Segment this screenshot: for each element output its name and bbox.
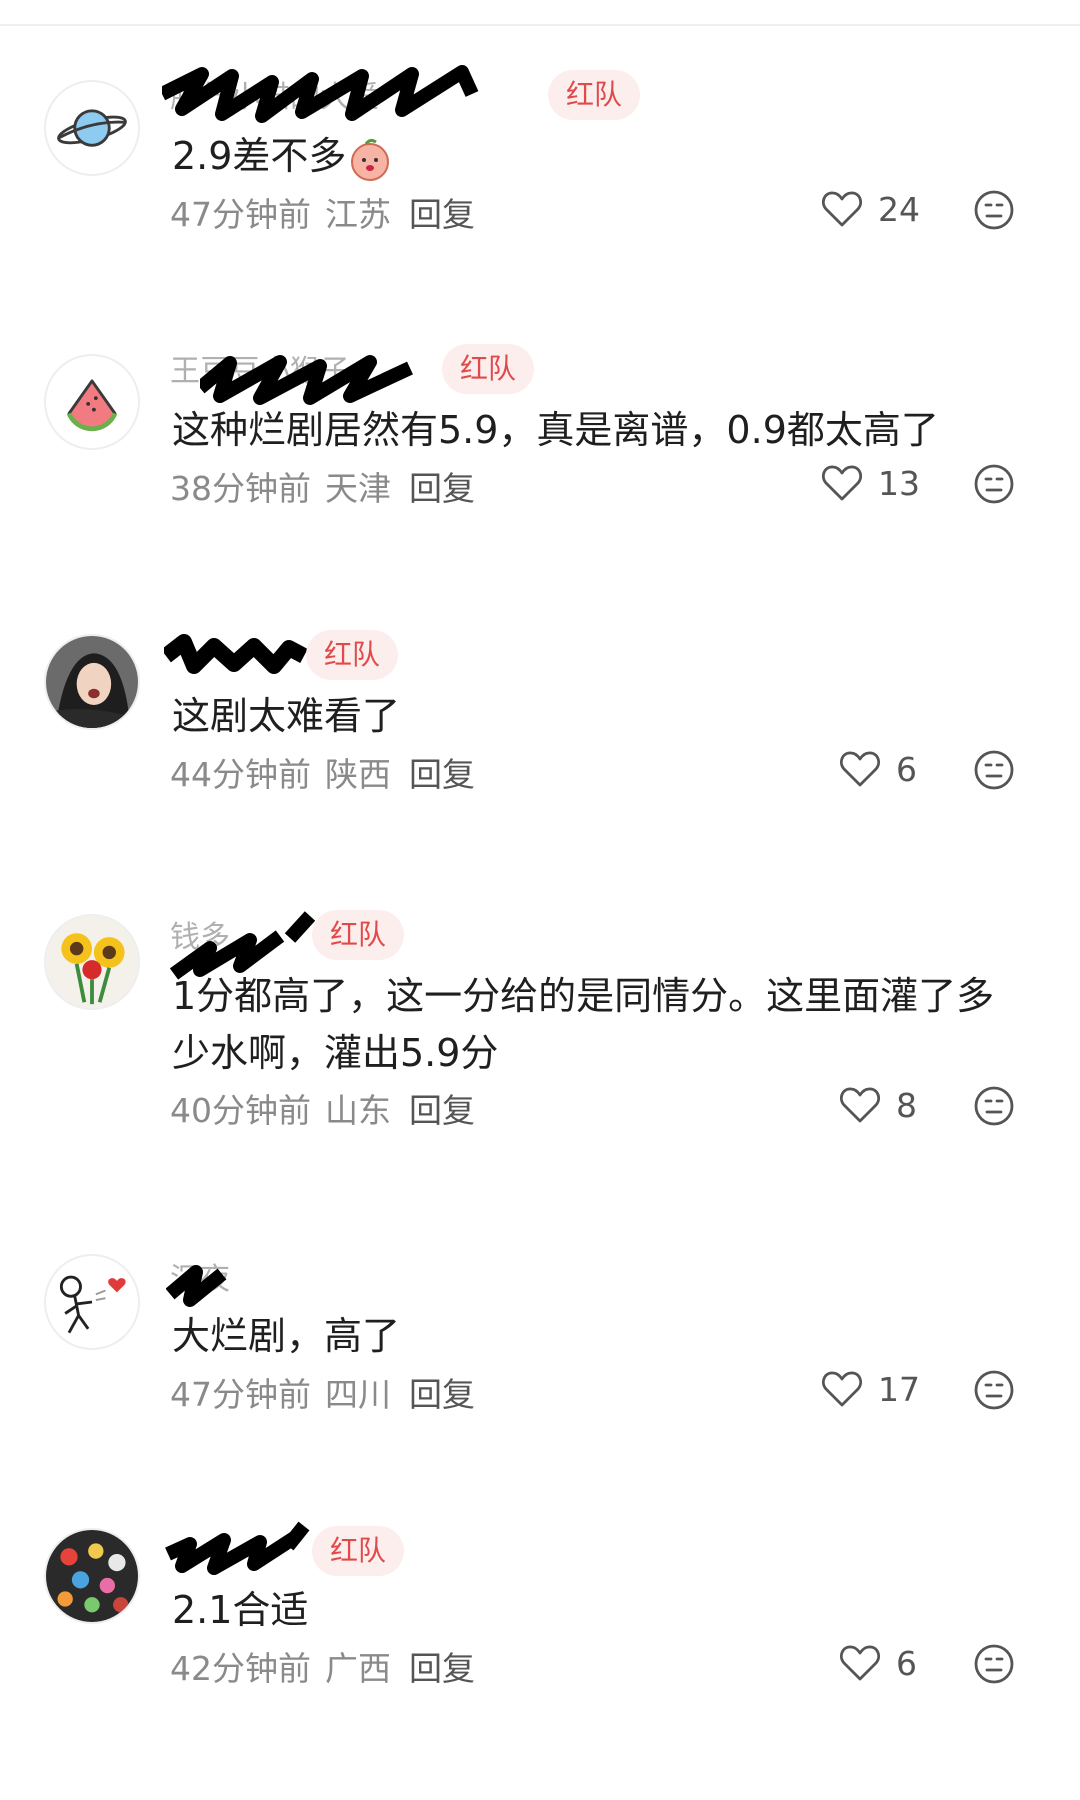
comment-meta: 44分钟前 陕西 回复 <box>170 748 489 794</box>
peach-emoji-icon <box>348 136 392 182</box>
comment-time: 47分钟前 <box>170 1375 311 1414</box>
comment-header: 沉夜 <box>166 1250 690 1307</box>
redaction-scribble <box>200 355 413 405</box>
person-photo-avatar[interactable] <box>44 634 140 730</box>
stickman-heart-avatar-icon[interactable] <box>44 1254 140 1350</box>
planet-avatar-icon[interactable] <box>44 80 140 176</box>
comment-header: 王豆豆小猴子 红队 <box>170 342 690 405</box>
heart-icon <box>840 1087 880 1123</box>
redaction-scribble <box>162 65 479 123</box>
like-button[interactable]: 8 <box>838 1080 917 1130</box>
comment-text-content: 2.9差不多 <box>172 134 347 178</box>
sunflower-avatar-icon[interactable] <box>44 914 140 1010</box>
heart-icon <box>840 751 880 787</box>
heart-icon <box>840 1645 880 1681</box>
comment-header: 脾气小猫的大爱 红队 <box>162 65 690 124</box>
flowers-avatar-icon[interactable] <box>44 1528 140 1624</box>
comment-header: 钱多 红队 <box>170 908 690 980</box>
redaction-scribble <box>165 1521 310 1575</box>
comment-location: 四川 <box>325 1375 391 1414</box>
like-button[interactable]: 24 <box>820 184 920 234</box>
comment-meta: 47分钟前 四川 回复 <box>170 1368 489 1414</box>
like-button[interactable]: 6 <box>838 1638 917 1688</box>
heart-icon <box>822 191 862 227</box>
redaction-scribble <box>166 1265 227 1307</box>
comment-time: 38分钟前 <box>170 469 311 508</box>
comment-item: 王豆豆小猴子 红队 这种烂剧居然有5.9，真是离谱，0.9都太高了 38分钟前天… <box>0 340 1080 610</box>
team-badge: 红队 <box>306 630 399 680</box>
team-badge: 红队 <box>548 70 641 120</box>
watermelon-avatar-icon[interactable] <box>44 354 140 450</box>
comment-time: 47分钟前 <box>170 195 311 234</box>
comment-item: 脾气小猫的大爱 红队 2.9差不多 47分钟前 江苏 回复 24 <box>0 60 1080 330</box>
reply-button[interactable]: 回复 <box>409 195 475 234</box>
team-badge: 红队 <box>442 344 535 394</box>
comment-meta: 42分钟前 广西 回复 <box>170 1642 489 1688</box>
like-button[interactable]: 13 <box>820 458 920 508</box>
reply-button[interactable]: 回复 <box>409 1091 475 1130</box>
comment-location: 山东 <box>325 1091 391 1130</box>
comment-text: 2.9差不多 <box>172 128 1042 185</box>
comment-time: 40分钟前 <box>170 1091 311 1130</box>
comment-header: 红队 <box>165 1521 690 1580</box>
comment-time: 42分钟前 <box>170 1649 311 1688</box>
comment-item: 红队 2.1合适 42分钟前 广西 回复 6 <box>0 1514 1080 1784</box>
neutral-face-icon[interactable] <box>972 1084 1016 1128</box>
comment-header: 红队 <box>164 628 690 684</box>
reply-button[interactable]: 回复 <box>409 469 475 508</box>
heart-icon <box>822 465 862 501</box>
comment-location: 天津 <box>325 469 391 508</box>
like-count: 8 <box>896 1085 917 1125</box>
comment-item: 钱多 红队 1分都高了，这一分给的是同情分。这里面灌了多少水啊，灌出5.9分 4… <box>0 900 1080 1220</box>
like-button[interactable]: 17 <box>820 1364 920 1414</box>
team-badge: 红队 <box>312 910 405 960</box>
comment-meta: 47分钟前 江苏 回复 <box>170 188 489 234</box>
redaction-scribble <box>164 634 308 674</box>
team-badge: 红队 <box>312 1526 405 1576</box>
comment-text: 这种烂剧居然有5.9，真是离谱，0.9都太高了 <box>172 408 939 452</box>
comment-text: 大烂剧，高了 <box>172 1314 401 1358</box>
neutral-face-icon[interactable] <box>972 462 1016 506</box>
neutral-face-icon[interactable] <box>972 1642 1016 1686</box>
like-button[interactable]: 6 <box>838 744 917 794</box>
comment-location: 江苏 <box>325 195 391 234</box>
comment-item: 沉夜 大烂剧，高了 47分钟前 四川 回复 17 <box>0 1240 1080 1510</box>
reply-button[interactable]: 回复 <box>409 755 475 794</box>
comment-meta: 40分钟前 山东 回复 <box>170 1084 489 1130</box>
like-count: 13 <box>878 463 920 503</box>
reply-button[interactable]: 回复 <box>409 1375 475 1414</box>
comment-item: 红队 这剧太难看了 44分钟前 陕西 回复 6 <box>0 620 1080 890</box>
reply-button[interactable]: 回复 <box>409 1649 475 1688</box>
neutral-face-icon[interactable] <box>972 1368 1016 1412</box>
comment-text: 这剧太难看了 <box>172 694 401 738</box>
comment-location: 广西 <box>325 1649 391 1688</box>
neutral-face-icon[interactable] <box>972 748 1016 792</box>
comment-time: 44分钟前 <box>170 755 311 794</box>
comment-text: 1分都高了，这一分给的是同情分。这里面灌了多少水啊，灌出5.9分 <box>172 974 995 1075</box>
comment-location: 陕西 <box>325 755 391 794</box>
comment-text: 2.1合适 <box>172 1588 309 1632</box>
like-count: 24 <box>878 189 920 229</box>
like-count: 6 <box>896 749 917 789</box>
heart-icon <box>822 1371 862 1407</box>
comment-meta: 38分钟前 天津 回复 <box>170 462 489 508</box>
top-divider <box>0 24 1080 26</box>
like-count: 6 <box>896 1643 917 1683</box>
like-count: 17 <box>878 1369 920 1409</box>
neutral-face-icon[interactable] <box>972 188 1016 232</box>
